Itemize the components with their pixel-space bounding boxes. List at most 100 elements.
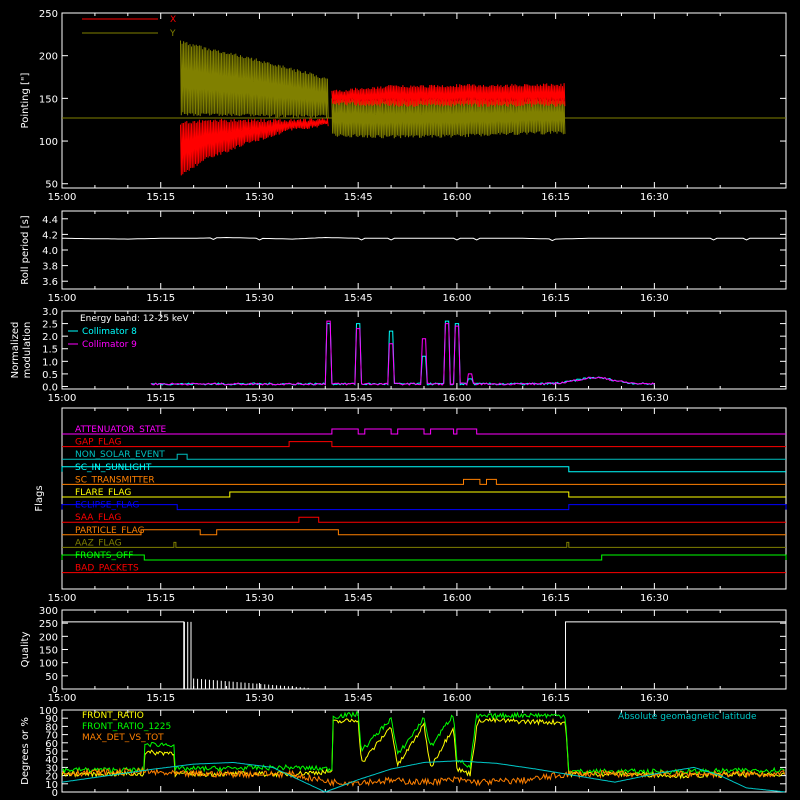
- time-tick-label: 16:15: [541, 693, 570, 704]
- flag-label-gap_flag: GAP_FLAG: [75, 438, 121, 448]
- flag-line-sc_transmitter: [62, 478, 786, 485]
- time-tick-label: 15:30: [245, 192, 274, 203]
- flag-label-attenuator_state: ATTENUATOR_STATE: [75, 425, 167, 435]
- legend-label-front_ratio_1225: FRONT_RATIO_1225: [82, 722, 171, 732]
- flag-line-aaz_flag: [62, 541, 786, 548]
- y-tick-label: 1.0: [42, 357, 58, 368]
- panel-frame-4: [61, 407, 787, 590]
- time-tick-label: 16:15: [541, 393, 570, 404]
- y-axis-label-3b: modulation: [22, 322, 33, 379]
- ratio-series-3: [61, 760, 785, 793]
- y-tick-label: 100: [39, 137, 58, 148]
- y-axis-label-2: Roll period [s]: [20, 215, 31, 284]
- y-tick-label: 300: [39, 606, 58, 617]
- y-axis-label-3a: Normalized: [10, 322, 21, 379]
- time-tick-label: 15:15: [146, 192, 175, 203]
- flag-label-eclipse_flag: ECLIPSE_FLAG: [75, 501, 139, 511]
- time-tick-label: 15:45: [344, 393, 373, 404]
- y-tick-label: 50: [45, 180, 58, 191]
- time-tick-label: 15:30: [245, 693, 274, 704]
- modulation-collimator-9: [150, 320, 655, 386]
- pointing-traces: [62, 40, 786, 176]
- y-tick-label: 200: [39, 632, 58, 643]
- time-tick-label: 16:30: [640, 693, 669, 704]
- flag-line-non_solar_event: [62, 453, 786, 460]
- time-tick-label: 15:30: [245, 293, 274, 304]
- multi-panel-chart: 15:00 15:15 15:30 15:45 16:00 16:15 16:30 50 100…: [10, 9, 787, 799]
- time-tick-label: 15:00: [48, 593, 77, 604]
- time-tick-label: 15:15: [146, 293, 175, 304]
- flag-label-particle_flag: PARTICLE_FLAG: [75, 526, 145, 536]
- time-tick-label: 15:45: [344, 192, 373, 203]
- flag-line-fronts_off: [61, 554, 787, 561]
- flag-label-flare_flag: FLARE_FLAG: [75, 488, 131, 498]
- time-tick-label: 16:00: [442, 593, 471, 604]
- time-tick-label: 15:30: [245, 593, 274, 604]
- time-tick-label: 15:45: [344, 693, 373, 704]
- roll-period-line: [62, 236, 786, 242]
- y-axis-label-1: Pointing ["]: [20, 72, 31, 128]
- time-tick-label: 16:30: [640, 593, 669, 604]
- legend-label-X: X: [170, 15, 176, 25]
- y-tick-label: 250: [39, 619, 58, 630]
- legend-label-Y: Y: [169, 29, 176, 39]
- time-tick-label: 16:15: [541, 192, 570, 203]
- flag-label-fronts_off: FRONTS_OFF: [75, 551, 133, 561]
- flag-line-sc_in_sunlight: [61, 466, 786, 473]
- legend-label-collimator-1: Collimator 9: [82, 340, 137, 350]
- series-X-early: [180, 118, 329, 176]
- y-tick-label: 4.4: [42, 215, 58, 226]
- flag-line-gap_flag: [62, 441, 786, 448]
- legend-label-max_det_vs_tot: MAX_DET_VS_TOT: [82, 733, 164, 743]
- time-tick-label: 15:15: [146, 593, 175, 604]
- flag-line-particle_flag: [62, 529, 786, 536]
- series-Y-early: [180, 40, 329, 119]
- geomagnetic-latitude-label: Absolute geomagnetic latitude: [618, 712, 757, 722]
- time-tick-label: 16:30: [640, 293, 669, 304]
- time-tick-label: 15:00: [48, 393, 77, 404]
- y-tick-label: 3.8: [42, 262, 58, 273]
- y-tick-label: 150: [39, 94, 58, 105]
- flag-label-bad_packets: BAD_PACKETS: [75, 564, 139, 574]
- time-tick-label: 16:15: [541, 593, 570, 604]
- y-tick-label: 250: [39, 9, 58, 20]
- y-tick-label: 4.0: [42, 246, 58, 257]
- y-tick-label: 0.0: [42, 382, 58, 393]
- y-tick-label: 4.2: [42, 230, 58, 241]
- flag-line-flare_flag: [62, 491, 786, 498]
- flag-label-non_solar_event: NON_SOLAR_EVENT: [75, 450, 165, 460]
- panel-frame-2: [61, 210, 787, 290]
- time-tick-label: 16:00: [442, 293, 471, 304]
- y-tick-label: 200: [39, 52, 58, 63]
- flag-label-aaz_flag: AAZ_FLAG: [75, 538, 122, 548]
- quality-line: [61, 621, 787, 690]
- rhessi-quicklook-figure: 15:00 15:15 15:30 15:45 16:00 16:15 16:30 50 100…: [0, 0, 800, 800]
- time-tick-label: 16:00: [442, 393, 471, 404]
- time-tick-label: 16:30: [640, 393, 669, 404]
- time-tick-label: 16:00: [442, 192, 471, 203]
- time-tick-label: 16:00: [442, 693, 471, 704]
- y-tick-label: 3.6: [42, 277, 58, 288]
- flag-label-saa_flag: SAA_FLAG: [75, 513, 121, 523]
- y-tick-label: 100: [39, 659, 58, 670]
- y-tick-label: 0: [52, 685, 58, 696]
- y-axis-label-4: Flags: [34, 485, 45, 511]
- flag-line-saa_flag: [62, 516, 786, 523]
- y-tick-label: 50: [45, 672, 58, 683]
- time-tick-label: 15:00: [48, 293, 77, 304]
- y-tick-label: 100: [39, 706, 58, 717]
- time-tick-label: 15:30: [245, 393, 274, 404]
- time-tick-label: 16:30: [640, 192, 669, 203]
- y-tick-label: 1.5: [42, 345, 58, 356]
- modulation-collimator-8: [150, 320, 655, 386]
- y-tick-label: 3.0: [42, 307, 58, 318]
- flag-label-sc_in_sunlight: SC_IN_SUNLIGHT: [75, 463, 152, 473]
- time-tick-label: 15:45: [344, 293, 373, 304]
- flag-label-sc_transmitter: SC_TRANSMITTER: [75, 475, 155, 485]
- flag-line-attenuator_state: [62, 428, 786, 435]
- y-axis-label-5: Quality: [20, 632, 31, 668]
- legend-label-front_ratio: FRONT_RATIO: [82, 711, 144, 721]
- time-tick-label: 15:45: [344, 593, 373, 604]
- flag-line-eclipse_flag: [61, 504, 787, 511]
- y-tick-label: 150: [39, 646, 58, 657]
